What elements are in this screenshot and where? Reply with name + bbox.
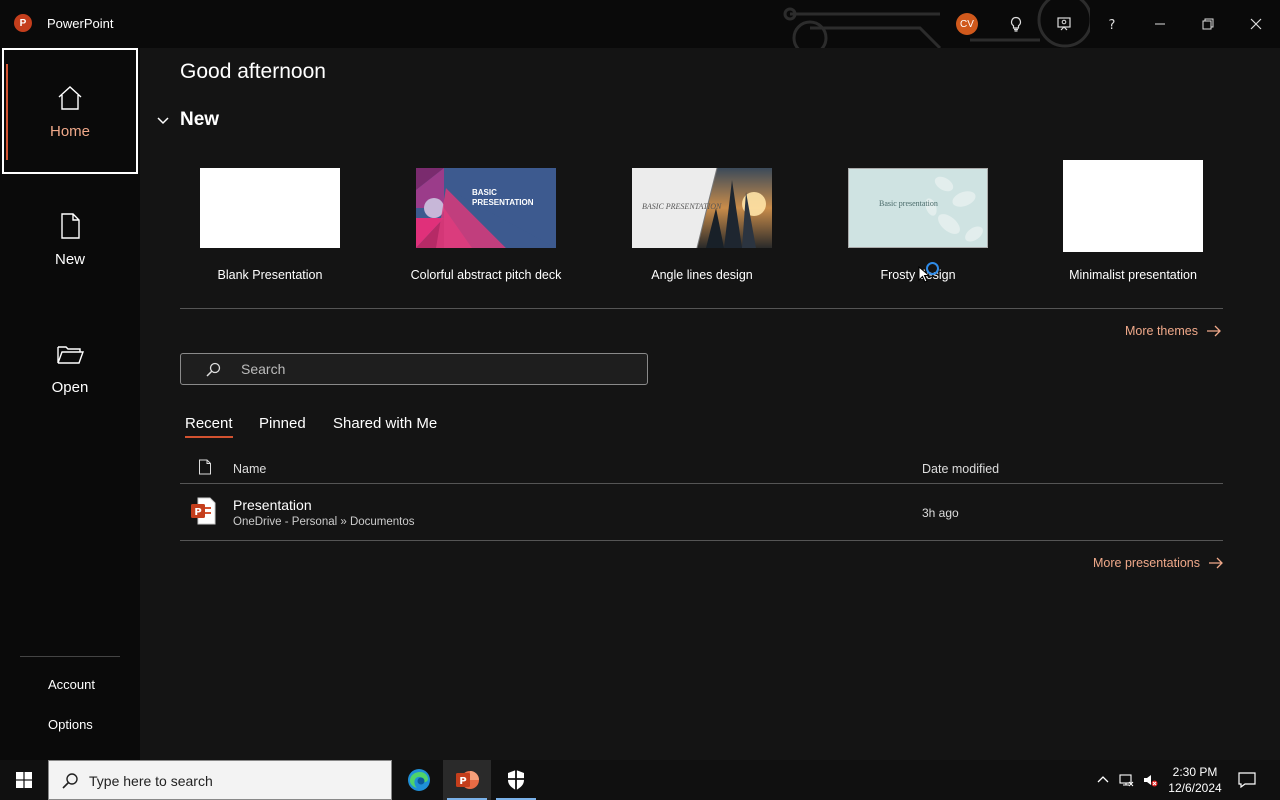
document-icon: [199, 459, 211, 475]
column-header-date-modified[interactable]: Date modified: [922, 462, 999, 476]
template-thumbnail: BASIC PRESENTATION: [632, 168, 772, 248]
taskbar-clock[interactable]: 2:30 PM 12/6/2024: [1160, 764, 1230, 796]
template-name: Blank Presentation: [217, 268, 323, 282]
app-title: PowerPoint: [47, 16, 114, 31]
sidebar-item-home[interactable]: Home: [2, 48, 138, 174]
svg-text:P: P: [194, 507, 201, 518]
help-icon[interactable]: ?: [1100, 12, 1124, 36]
volume-muted-icon[interactable]: [1142, 772, 1158, 788]
more-presentations-label: More presentations: [1093, 556, 1201, 570]
template-thumbnail: [200, 168, 340, 248]
user-avatar[interactable]: CV: [956, 13, 978, 35]
network-icon[interactable]: [1118, 772, 1134, 788]
feedback-icon[interactable]: [1052, 12, 1076, 36]
template-thumbnail: Basic presentation: [848, 168, 988, 248]
thumbnail-title: BASIC PRESENTATION: [642, 202, 722, 211]
edge-browser-icon: [408, 769, 430, 791]
mouse-cursor-icon: [918, 266, 930, 283]
template-name: Colorful abstract pitch deck: [410, 268, 562, 282]
template-thumbnail: [1063, 160, 1203, 252]
title-bar: P PowerPoint CV ?: [0, 0, 1280, 48]
powerpoint-app-icon: P: [456, 771, 479, 789]
template-colorful-abstract[interactable]: BASIC PRESENTATION Colorful abstract pit…: [396, 160, 576, 282]
sidebar: Home New Open Account Options: [0, 48, 140, 760]
circuit-pattern-decoration: [783, 0, 1090, 48]
svg-text:?: ?: [1109, 18, 1116, 32]
thumbnail-title: BASIC PRESENTATION: [472, 188, 534, 207]
file-name: Presentation: [233, 497, 312, 513]
sidebar-item-label: Home: [49, 122, 90, 140]
template-angle-lines[interactable]: BASIC PRESENTATION Angle lines design: [612, 160, 792, 282]
file-list-header: Name Date modified: [180, 456, 1223, 484]
restore-icon[interactable]: [1196, 12, 1220, 36]
folder-open-icon: [57, 345, 84, 364]
start-button[interactable]: [0, 760, 48, 800]
arrow-right-icon: [1209, 557, 1223, 569]
arrow-right-icon: [1206, 325, 1221, 337]
taskbar-search-placeholder: Type here to search: [89, 773, 213, 789]
template-minimalist[interactable]: Minimalist presentation: [1043, 160, 1223, 282]
template-name: Angle lines design: [651, 268, 753, 282]
file-location: OneDrive - Personal » Documentos: [233, 516, 415, 528]
clock-time: 2:30 PM: [1172, 765, 1218, 779]
search-box[interactable]: [180, 353, 648, 385]
new-document-icon: [61, 212, 80, 239]
options-link[interactable]: Options: [48, 717, 93, 732]
tab-recent[interactable]: Recent: [185, 415, 233, 438]
taskbar-search-box[interactable]: Type here to search: [48, 760, 392, 800]
greeting-heading: Good afternoon: [180, 60, 326, 83]
sidebar-item-label: Open: [51, 378, 89, 396]
windows-logo-icon: [16, 772, 32, 788]
home-icon: [58, 85, 82, 110]
column-header-name[interactable]: Name: [233, 462, 266, 476]
sidebar-item-open[interactable]: Open: [2, 304, 138, 430]
more-presentations-link[interactable]: More presentations: [1093, 556, 1224, 570]
template-name: Minimalist presentation: [1069, 268, 1197, 282]
svg-text:P: P: [459, 776, 466, 787]
main-content: Good afternoon New Blank Presentation BA…: [140, 48, 1280, 760]
sidebar-item-new[interactable]: New: [2, 176, 138, 302]
chevron-up-icon[interactable]: [1095, 772, 1111, 788]
lightbulb-icon[interactable]: [1004, 12, 1028, 36]
clock-date: 12/6/2024: [1168, 781, 1222, 795]
sidebar-item-label: New: [54, 250, 85, 268]
chevron-down-icon[interactable]: [156, 114, 170, 128]
template-frosty-design[interactable]: Basic presentation Frosty design: [828, 160, 1008, 282]
taskbar: Type here to search P 2:30 PM 12/6/2024: [0, 760, 1280, 800]
security-shield-icon: [508, 770, 524, 790]
more-themes-link[interactable]: More themes: [1125, 324, 1222, 338]
sidebar-divider: [20, 656, 120, 657]
more-themes-label: More themes: [1125, 324, 1198, 338]
minimize-icon[interactable]: [1148, 12, 1172, 36]
powerpoint-file-icon: P: [191, 497, 216, 525]
new-section-heading: New: [180, 109, 220, 130]
taskbar-security[interactable]: [492, 760, 540, 800]
search-icon: [62, 773, 78, 789]
table-row[interactable]: P Presentation OneDrive - Personal » Doc…: [180, 485, 1223, 541]
account-link[interactable]: Account: [48, 677, 95, 692]
powerpoint-logo-icon: P: [14, 14, 32, 32]
section-divider: [180, 308, 1223, 309]
taskbar-edge[interactable]: [395, 760, 443, 800]
notification-icon[interactable]: [1238, 772, 1256, 788]
search-icon: [206, 362, 221, 377]
tab-shared-with-me[interactable]: Shared with Me: [333, 415, 437, 436]
close-icon[interactable]: [1244, 12, 1268, 36]
tab-pinned[interactable]: Pinned: [259, 415, 306, 436]
template-thumbnail: BASIC PRESENTATION: [416, 168, 556, 248]
file-date-modified: 3h ago: [922, 506, 959, 520]
search-input[interactable]: [241, 359, 631, 379]
template-blank-presentation[interactable]: Blank Presentation: [180, 160, 360, 282]
taskbar-powerpoint[interactable]: P: [443, 760, 491, 800]
thumbnail-title: Basic presentation: [879, 199, 938, 208]
